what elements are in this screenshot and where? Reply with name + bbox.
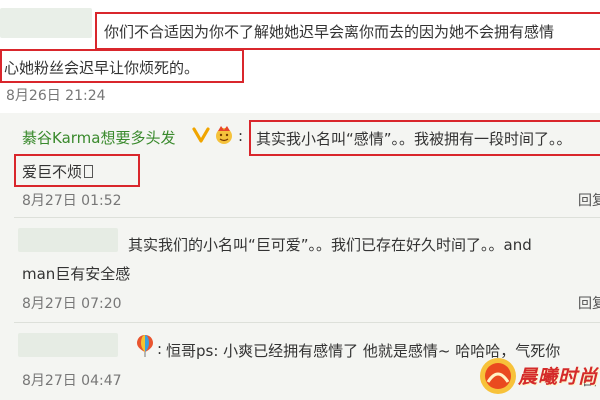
watermark-text: 晨曦时尚 <box>518 366 599 388</box>
avatar-name-blurred <box>18 228 118 252</box>
reply-text-line2: man巨有安全感 <box>22 265 131 283</box>
reply-timestamp: 8月27日 01:52 <box>22 193 122 209</box>
watermark: 晨曦时尚 <box>478 352 600 400</box>
reply-timestamp: 8月27日 04:47 <box>22 373 122 389</box>
avatar-name-blurred <box>0 8 92 38</box>
reply-timestamp: 8月27日 07:20 <box>22 296 122 312</box>
reply-text-line1: 其实我们的小名叫“巨可爱”。。我们已存在好久时间了。。and <box>128 236 532 254</box>
logo-icon <box>480 358 516 394</box>
avatar-name-blurred <box>18 333 118 357</box>
divider <box>14 217 600 218</box>
colon: : <box>238 127 244 145</box>
member-emoji-icon <box>213 125 235 145</box>
missing-glyph-icon <box>84 165 94 178</box>
comment-text-line2: 心她粉丝会迟早让你烦死的。 <box>4 59 200 77</box>
reply-username[interactable]: 綦谷Karma想要多头发 <box>22 127 175 148</box>
balloon-icon <box>136 334 154 358</box>
comment-timestamp: 8月26日 21:24 <box>6 88 106 104</box>
reply-text-line2: 爱巨不烦 <box>22 161 94 182</box>
reply-text-line2-value: 爱巨不烦 <box>22 163 83 181</box>
reply-text-line1: 其实我小名叫“感情”。。我被拥有一段时间了。。 <box>256 130 572 148</box>
divider <box>14 322 600 323</box>
verified-v-icon <box>192 126 210 144</box>
reply-button[interactable]: 回复 <box>578 190 600 210</box>
colon: : <box>157 340 163 358</box>
reply-button[interactable]: 回复 <box>578 293 600 313</box>
comment-text-line1: 你们不合适因为你不了解她她迟早会离你而去的因为她不会拥有感情 <box>104 23 555 41</box>
